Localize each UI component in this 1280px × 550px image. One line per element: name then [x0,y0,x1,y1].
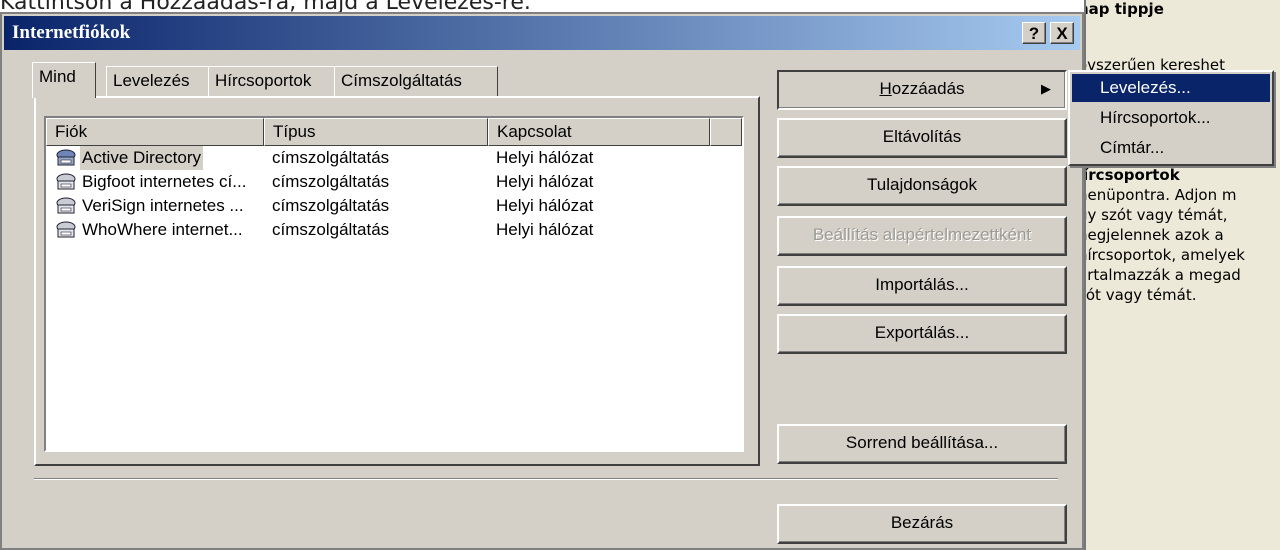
directory-service-icon [56,221,76,238]
tip-line: nap tippje [1084,0,1164,18]
submenu-arrow-icon: ▶ [1041,81,1051,96]
tip-line: hírcsoportok, amelyek [1084,246,1245,264]
directory-service-icon [56,173,76,190]
account-connection: Helyi hálózat [496,220,594,239]
list-item[interactable]: Bigfoot internetes cí... címszolgáltatás… [46,170,742,194]
tip-line: lírcsoportok [1084,166,1180,184]
column-header-fiok[interactable]: Fiók [46,118,264,146]
account-type: címszolgáltatás [272,220,390,239]
list-item[interactable]: WhoWhere internet... címszolgáltatás Hel… [46,218,742,242]
add-button-accel: H [879,79,892,98]
account-connection: Helyi hálózat [496,196,594,215]
tip-line: nenüpontra. Adjon m [1084,186,1237,204]
properties-button[interactable]: Tulajdonságok [777,166,1067,206]
tab-levelezes[interactable]: Levelezés [106,66,210,96]
export-button[interactable]: Exportálás... [777,314,1067,354]
account-name: VeriSign internetes ... [82,196,244,215]
dialog-titlebar[interactable]: Internetfiókok ? X [4,16,1080,50]
accounts-list[interactable]: Fiók Típus Kapcsolat Active Directory cí… [44,116,744,452]
add-button[interactable]: Hozzáadás ▶ [777,70,1067,110]
set-default-button[interactable]: Beállítás alapértelmezettként [777,216,1067,256]
account-type: címszolgáltatás [272,172,390,191]
account-connection: Helyi hálózat [496,172,594,191]
tab-mind[interactable]: Mind [32,62,96,98]
tip-line: negjelennek azok a [1084,226,1224,244]
menu-item-newsgroups[interactable]: Hírcsoportok... [1072,104,1270,132]
account-type: címszolgáltatás [272,148,390,167]
account-name: Bigfoot internetes cí... [82,172,247,191]
account-name: WhoWhere internet... [82,220,243,239]
dialog-title: Internetfiókok [12,22,131,43]
tab-cimszolgaltatas[interactable]: Címszolgáltatás [334,66,498,96]
add-submenu: Levelezés... Hírcsoportok... Címtár... [1068,70,1274,166]
column-header-tipus[interactable]: Típus [264,118,488,146]
account-connection: Helyi hálózat [496,148,594,167]
dialog-separator [34,478,1058,480]
account-type: címszolgáltatás [272,196,390,215]
column-header-filler [710,118,742,146]
import-button[interactable]: Importálás... [777,266,1067,306]
tab-hircsoportok[interactable]: Hírcsoportok [208,66,336,96]
close-button[interactable]: Bezárás [777,504,1067,544]
list-item[interactable]: Active Directory címszolgáltatás Helyi h… [46,146,742,170]
close-x-button[interactable]: X [1050,22,1074,44]
directory-service-icon [56,197,76,214]
remove-button[interactable]: Eltávolítás [777,118,1067,158]
help-button[interactable]: ? [1022,22,1046,44]
list-item[interactable]: VeriSign internetes ... címszolgáltatás … [46,194,742,218]
tip-line: zót vagy témát. [1084,286,1197,304]
account-name: Active Directory [80,146,204,170]
directory-service-icon [56,149,76,166]
set-order-button[interactable]: Sorrend beállítása... [777,424,1067,464]
menu-item-directory[interactable]: Címtár... [1072,134,1270,162]
add-button-label: ozzáadás [891,79,965,98]
menu-item-mail[interactable]: Levelezés... [1072,74,1270,102]
column-header-kapcsolat[interactable]: Kapcsolat [488,118,710,146]
list-header: Fiók Típus Kapcsolat [46,118,742,146]
tip-line: artalmazzák a megad [1084,266,1241,284]
tip-line: gy szót vagy témát, [1084,206,1228,224]
